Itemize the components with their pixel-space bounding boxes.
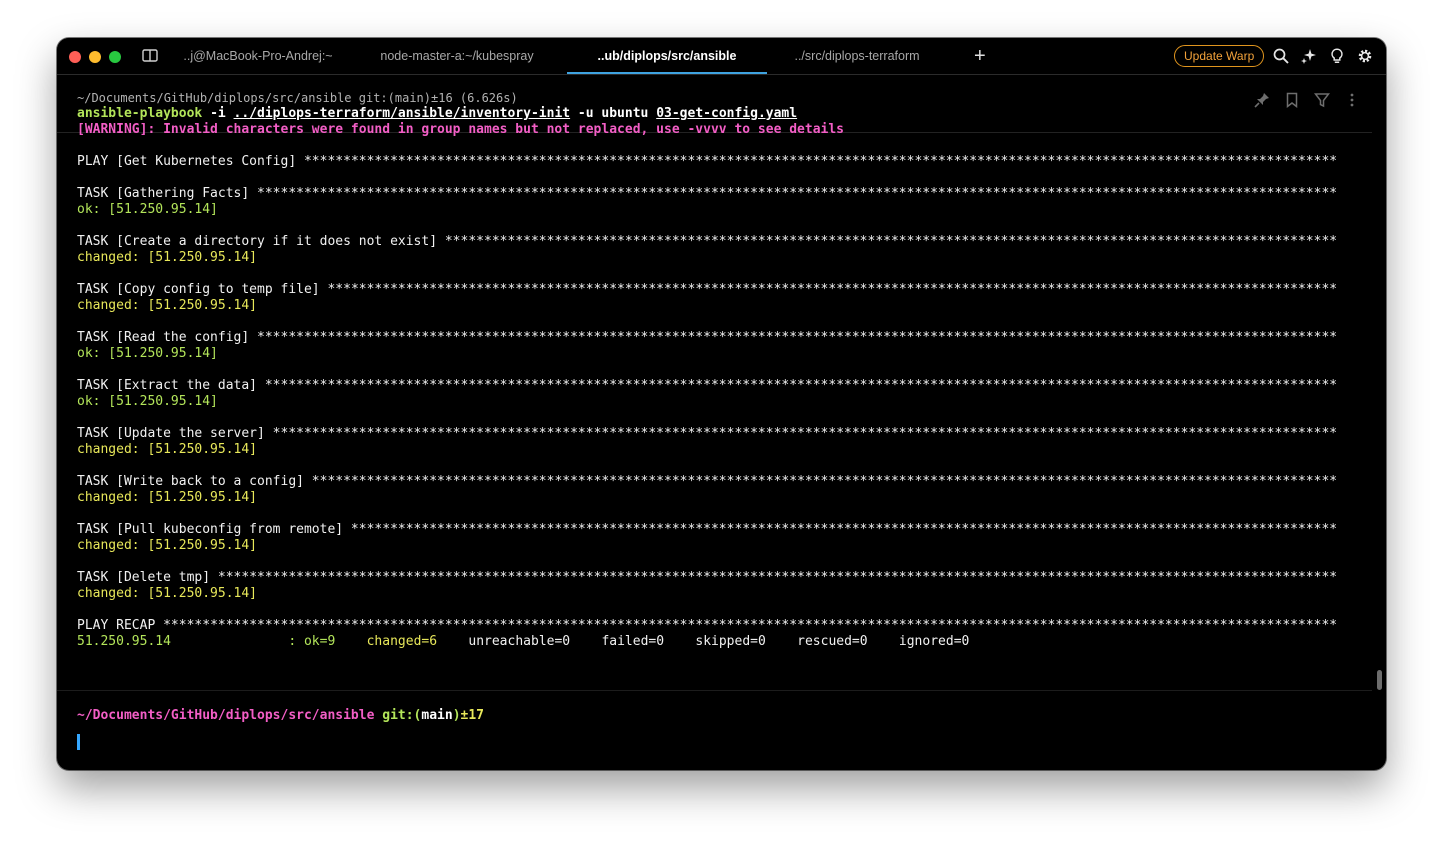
- stars-fill: ****************************************…: [264, 426, 1338, 441]
- task-line: TASK [Create a directory if it does not …: [77, 234, 1367, 250]
- playbook-path[interactable]: 03-get-config.yaml: [656, 106, 797, 121]
- command-line: ansible-playbook -i ../diplops-terraform…: [77, 106, 1367, 122]
- prompt-git-close: ): [452, 708, 461, 723]
- command-flag: -u: [577, 106, 594, 121]
- play-title: PLAY [Get Kubernetes Config]: [77, 154, 297, 169]
- command-user: ubuntu: [601, 106, 649, 121]
- stars-fill: ****************************************…: [155, 618, 1338, 633]
- task-result: ok: [51.250.95.14]: [77, 202, 218, 217]
- task-result: ok: [51.250.95.14]: [77, 394, 218, 409]
- minimize-window-button[interactable]: [89, 51, 101, 63]
- warning-line: [WARNING]: Invalid characters were found…: [77, 122, 845, 137]
- tab-label: ../src/diplops-terraform: [794, 49, 920, 63]
- prompt-branch: main: [421, 708, 453, 723]
- lightbulb-icon[interactable]: [1329, 48, 1345, 64]
- task-line: TASK [Copy config to temp file] ********…: [77, 282, 1367, 298]
- recap-host: 51.250.95.14: [77, 634, 171, 649]
- recap-skipped: skipped=0: [695, 634, 766, 649]
- tab-ansible[interactable]: ..ub/diplops/src/ansible: [567, 38, 767, 74]
- stars-fill: ****************************************…: [437, 234, 1338, 249]
- task-result: changed: [51.250.95.14]: [77, 442, 258, 457]
- zoom-window-button[interactable]: [109, 51, 121, 63]
- task-result: changed: [51.250.95.14]: [77, 586, 258, 601]
- stars-fill: ****************************************…: [343, 522, 1338, 537]
- stars-fill: ****************************************…: [319, 282, 1338, 297]
- recap-line: PLAY RECAP *****************************…: [77, 618, 1367, 634]
- tab-label: node-master-a:~/kubespray: [380, 49, 534, 63]
- recap-unreachable: unreachable=0: [468, 634, 571, 649]
- task-line: TASK [Delete tmp] **********************…: [77, 570, 1367, 586]
- command-block[interactable]: ~/Documents/GitHub/diplops/src/ansible g…: [77, 90, 1367, 650]
- new-tab-button[interactable]: +: [974, 44, 986, 68]
- command-flag: -i: [210, 106, 226, 121]
- ai-sparkle-icon[interactable]: [1301, 48, 1317, 64]
- recap-changed: changed=6: [366, 634, 438, 649]
- recap-rescued: rescued=0: [797, 634, 868, 649]
- task-line: TASK [Update the server] ***************…: [77, 426, 1367, 442]
- tab-label: ..j@MacBook-Pro-Andrej:~: [183, 49, 333, 63]
- tab-terraform[interactable]: ../src/diplops-terraform: [777, 38, 937, 74]
- update-warp-button[interactable]: Update Warp: [1174, 45, 1265, 67]
- task-result: changed: [51.250.95.14]: [77, 490, 258, 505]
- tab-kubespray[interactable]: node-master-a:~/kubespray: [367, 38, 547, 74]
- stars-fill: ****************************************…: [296, 154, 1338, 169]
- recap-ok: ok=9: [303, 634, 336, 649]
- task-name: TASK [Delete tmp]: [77, 570, 211, 585]
- inventory-path[interactable]: ../diplops-terraform/ansible/inventory-i…: [234, 106, 571, 121]
- task-result: ok: [51.250.95.14]: [77, 346, 218, 361]
- search-icon[interactable]: [1273, 48, 1289, 64]
- stars-fill: ****************************************…: [210, 570, 1338, 585]
- input-divider: [57, 690, 1372, 691]
- task-line: TASK [Read the config] *****************…: [77, 330, 1367, 346]
- task-result: changed: [51.250.95.14]: [77, 250, 258, 265]
- task-name: TASK [Write back to a config]: [77, 474, 304, 489]
- task-name: TASK [Extract the data]: [77, 378, 258, 393]
- input-cursor[interactable]: [77, 734, 80, 750]
- prompt-path: ~/Documents/GitHub/diplops/src/ansible: [77, 708, 375, 723]
- recap-failed: failed=0: [601, 634, 665, 649]
- recap-title: PLAY RECAP: [77, 618, 156, 633]
- stars-fill: ****************************************…: [249, 330, 1338, 345]
- stars-fill: ****************************************…: [303, 474, 1338, 489]
- play-line: PLAY [Get Kubernetes Config] ***********…: [77, 154, 1367, 170]
- task-result: changed: [51.250.95.14]: [77, 538, 258, 553]
- settings-gear-icon[interactable]: [1357, 48, 1373, 64]
- close-window-button[interactable]: [69, 51, 81, 63]
- scrollbar-thumb[interactable]: [1377, 670, 1382, 690]
- task-line: TASK [Write back to a config] **********…: [77, 474, 1367, 490]
- terminal-window: ..j@MacBook-Pro-Andrej:~ node-master-a:~…: [57, 38, 1386, 770]
- title-bar: ..j@MacBook-Pro-Andrej:~ node-master-a:~…: [57, 38, 1386, 75]
- task-name: TASK [Gathering Facts]: [77, 186, 250, 201]
- prompt-git-count: ±17: [460, 708, 485, 723]
- task-name: TASK [Pull kubeconfig from remote]: [77, 522, 344, 537]
- task-result: changed: [51.250.95.14]: [77, 298, 258, 313]
- task-name: TASK [Read the config]: [77, 330, 250, 345]
- task-name: TASK [Update the server]: [77, 426, 265, 441]
- recap-row: 51.250.95.14 : ok=9 changed=6 unreachabl…: [77, 634, 1367, 650]
- recap-ignored: ignored=0: [898, 634, 970, 649]
- stars-fill: ****************************************…: [249, 186, 1338, 201]
- recap-sep: :: [288, 634, 297, 649]
- tab-home[interactable]: ..j@MacBook-Pro-Andrej:~: [175, 38, 341, 74]
- input-prompt: ~/Documents/GitHub/diplops/src/ansible g…: [77, 708, 484, 724]
- block-header: ~/Documents/GitHub/diplops/src/ansible g…: [77, 91, 518, 105]
- sidebar-book-icon[interactable]: [142, 49, 158, 63]
- task-line: TASK [Pull kubeconfig from remote] *****…: [77, 522, 1367, 538]
- task-name: TASK [Copy config to temp file]: [77, 282, 320, 297]
- prompt-git-open: git:(: [374, 708, 422, 723]
- stars-fill: ****************************************…: [257, 378, 1338, 393]
- command-binary: ansible-playbook: [77, 106, 203, 121]
- task-name: TASK [Create a directory if it does not …: [77, 234, 438, 249]
- task-list: TASK [Gathering Facts] *****************…: [77, 186, 1367, 618]
- task-line: TASK [Gathering Facts] *****************…: [77, 186, 1367, 202]
- tab-label: ..ub/diplops/src/ansible: [597, 49, 737, 63]
- task-line: TASK [Extract the data] ****************…: [77, 378, 1367, 394]
